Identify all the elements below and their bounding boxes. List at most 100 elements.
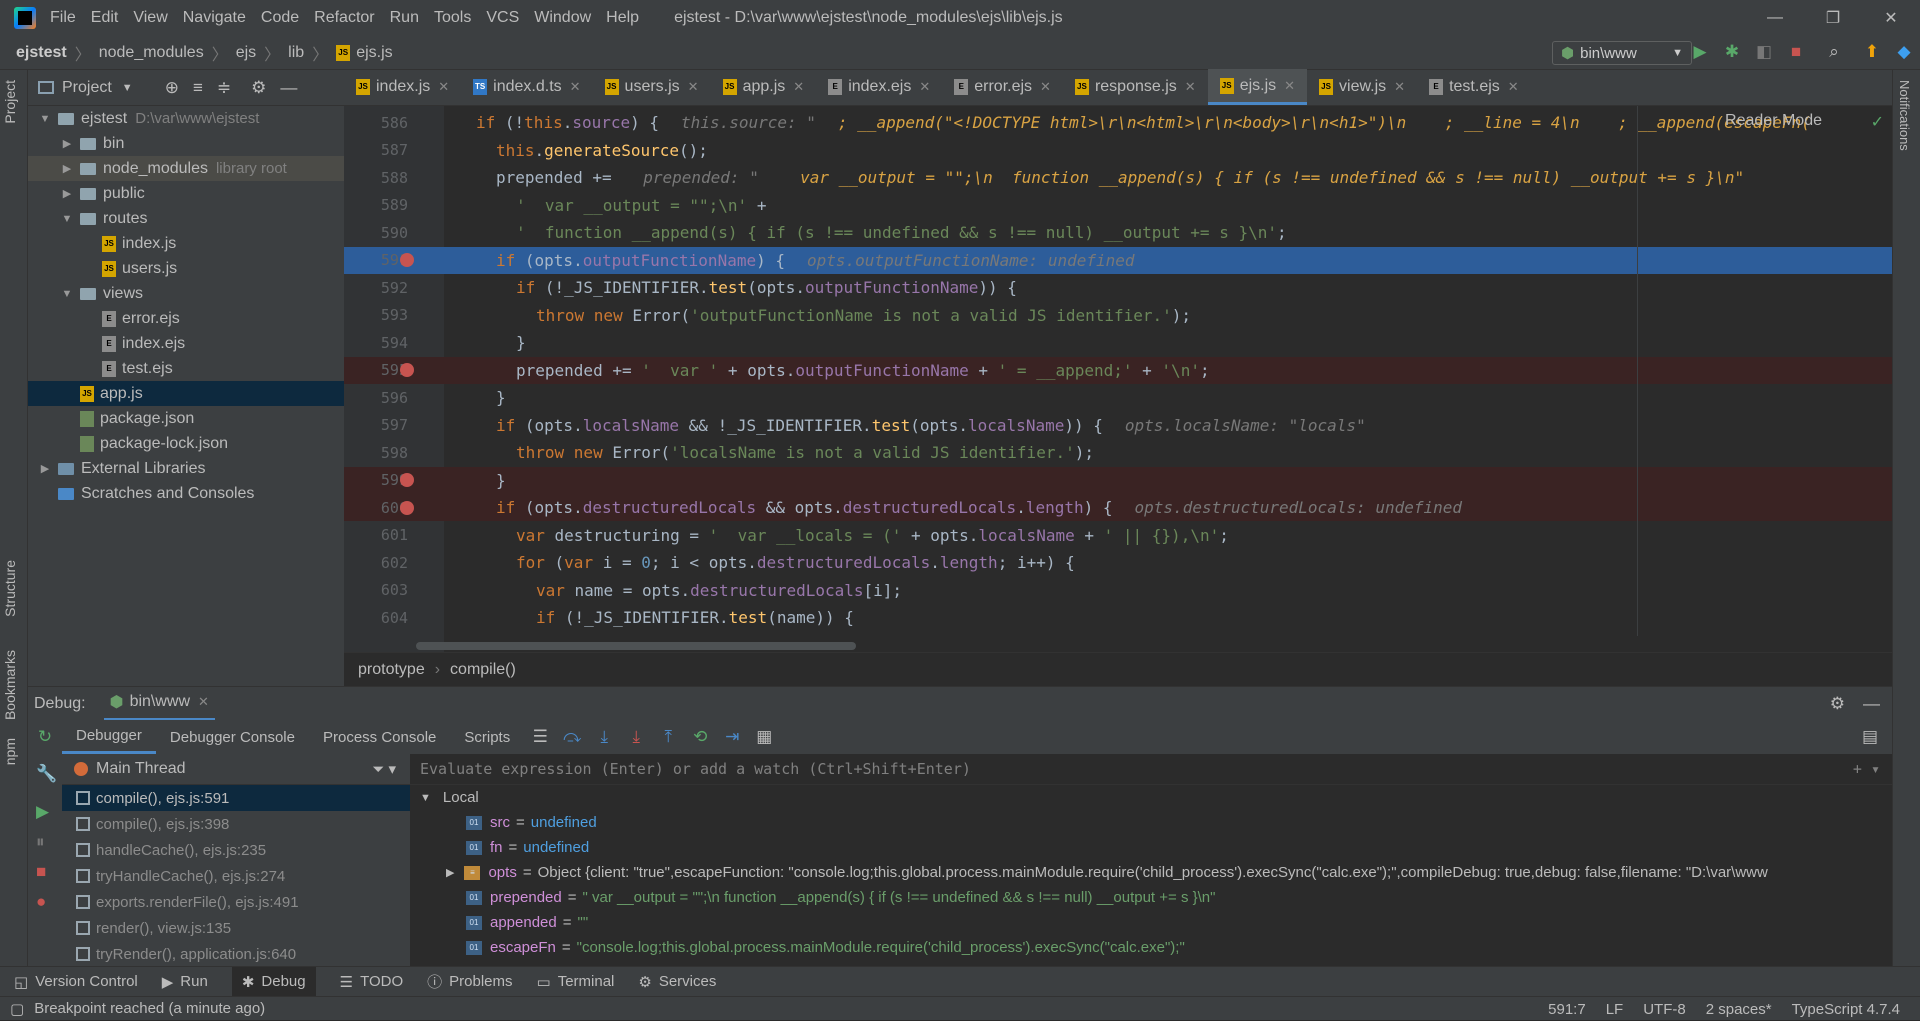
- stop-icon[interactable]: ■: [36, 862, 62, 882]
- bottom-tab-services[interactable]: ⚙ Services: [638, 967, 716, 997]
- code-line[interactable]: 601 var destructuring = ' var __locals = …: [344, 522, 1892, 549]
- tab-scripts[interactable]: Scripts: [450, 720, 524, 754]
- file-encoding[interactable]: UTF-8: [1643, 1001, 1686, 1018]
- line-number[interactable]: 601: [344, 526, 414, 544]
- project-tool-tab[interactable]: Project: [2, 80, 18, 124]
- menu-item-navigate[interactable]: Navigate: [183, 9, 246, 27]
- variable-row[interactable]: 01 escapeFn = "console.log;this.global.proc…: [410, 935, 1892, 960]
- editor-tab[interactable]: JS ejs.js ✕: [1207, 69, 1308, 105]
- tree-arrow-icon[interactable]: ▶: [60, 187, 74, 200]
- menu-item-file[interactable]: File: [50, 9, 76, 27]
- editor-tab[interactable]: Eindex.ejs ✕: [816, 69, 942, 105]
- menu-item-refactor[interactable]: Refactor: [314, 9, 374, 27]
- code-line[interactable]: 588 prepended += prepended: " var __outpu…: [344, 164, 1892, 191]
- line-number[interactable]: 593: [344, 306, 414, 324]
- editor-tab[interactable]: TS index.d.ts ✕: [461, 69, 592, 105]
- status-square-icon[interactable]: ▢: [10, 1000, 24, 1018]
- chevron-down-icon[interactable]: ▼: [420, 792, 431, 804]
- tree-arrow-icon[interactable]: ▼: [60, 288, 74, 300]
- pause-icon[interactable]: ⏸: [36, 832, 62, 852]
- editor-tab[interactable]: Etest.ejs ✕: [1417, 69, 1531, 105]
- close-icon[interactable]: ✕: [1508, 79, 1519, 95]
- close-icon[interactable]: ✕: [1394, 79, 1405, 95]
- hide-icon[interactable]: —: [1863, 694, 1880, 714]
- tree-item[interactable]: Eindex.ejs: [28, 331, 344, 356]
- tree-arrow-icon[interactable]: ▶: [60, 137, 74, 150]
- breadcrumb-item[interactable]: prototype: [358, 661, 425, 679]
- stack-frame[interactable]: render(), view.js:135: [62, 915, 410, 941]
- close-icon[interactable]: ✕: [438, 79, 449, 95]
- breadcrumb-item[interactable]: ejs: [236, 44, 256, 62]
- stop-icon[interactable]: ■: [1780, 42, 1812, 62]
- editor-tab[interactable]: JS app.js ✕: [711, 69, 817, 105]
- line-number[interactable]: 602: [344, 554, 414, 572]
- notifications-tool-tab[interactable]: Notifications: [1897, 80, 1912, 151]
- menu-item-help[interactable]: Help: [606, 9, 639, 27]
- tree-item[interactable]: ▶ External Libraries: [28, 456, 344, 481]
- line-number[interactable]: 594: [344, 334, 414, 352]
- editor-tab[interactable]: JS response.js ✕: [1063, 69, 1208, 105]
- wrench-icon[interactable]: 🔧: [36, 764, 62, 784]
- editor-tab[interactable]: JS index.js ✕: [344, 69, 461, 105]
- stack-frame[interactable]: handleCache(), ejs.js:235: [62, 837, 410, 863]
- breakpoint-icon[interactable]: [400, 363, 414, 377]
- layout-icon[interactable]: ▤: [1862, 727, 1878, 747]
- variable-row[interactable]: 01 prepended = " var __output = "";\n funct…: [410, 885, 1892, 910]
- tree-item[interactable]: package.json: [28, 406, 344, 431]
- bottom-tab-run[interactable]: ▶ Run: [162, 967, 208, 997]
- update-icon[interactable]: ⬆: [1856, 42, 1888, 62]
- collapse-all-icon[interactable]: ≑: [217, 78, 231, 98]
- bottom-tab-terminal[interactable]: ▭ Terminal: [537, 967, 615, 997]
- menu-item-view[interactable]: View: [133, 9, 167, 27]
- stack-frame[interactable]: exports.renderFile(), ejs.js:491: [62, 889, 410, 915]
- menu-item-vcs[interactable]: VCS: [486, 9, 519, 27]
- line-number[interactable]: 603: [344, 581, 414, 599]
- debug-session-tab[interactable]: ⬢ bin\www ✕: [103, 687, 215, 721]
- bottom-tab-version-control[interactable]: ◱ Version Control: [14, 967, 138, 997]
- close-icon[interactable]: ✕: [793, 79, 804, 95]
- run-configuration-select[interactable]: ⬢ bin\www ▼: [1552, 41, 1692, 65]
- chevron-down-icon[interactable]: ▼: [122, 82, 133, 94]
- cursor-position[interactable]: 591:7: [1548, 1001, 1586, 1018]
- bookmarks-tool-tab[interactable]: Bookmarks: [2, 650, 18, 720]
- line-separator[interactable]: LF: [1606, 1001, 1624, 1018]
- resume-icon[interactable]: ▶: [36, 802, 62, 822]
- coverage-icon[interactable]: ◧: [1748, 42, 1780, 62]
- tree-item[interactable]: Etest.ejs: [28, 356, 344, 381]
- tree-item[interactable]: Scratches and Consoles: [28, 481, 344, 506]
- code-line[interactable]: 599}: [344, 466, 1892, 494]
- add-watch-icon[interactable]: + ▾: [1853, 760, 1880, 778]
- evaluate-expression-input[interactable]: Evaluate expression (Enter) or add a wat…: [420, 760, 971, 778]
- menu-item-edit[interactable]: Edit: [91, 9, 119, 27]
- gear-icon[interactable]: ⚙: [251, 78, 266, 98]
- tree-arrow-icon[interactable]: ▶: [60, 162, 74, 175]
- run-to-cursor-icon[interactable]: ⇥: [716, 727, 748, 747]
- code-line[interactable]: 587 this.generateSource();: [344, 137, 1892, 164]
- tree-item[interactable]: JS users.js: [28, 256, 344, 281]
- chevron-right-icon[interactable]: ▶: [446, 866, 454, 879]
- table-view-icon[interactable]: ▦: [748, 727, 780, 747]
- restore-icon[interactable]: ❐: [1804, 0, 1862, 36]
- stack-frame[interactable]: compile(), ejs.js:591: [62, 785, 410, 811]
- locate-icon[interactable]: ⊕: [165, 78, 179, 98]
- tree-item[interactable]: ▶ public: [28, 181, 344, 206]
- breadcrumb-item[interactable]: compile(): [450, 661, 516, 679]
- breadcrumb-item[interactable]: node_modules: [99, 44, 204, 62]
- search-icon[interactable]: ⌕: [1812, 42, 1856, 62]
- code-line[interactable]: 595 prepended += ' var ' + opts.outputFun…: [344, 356, 1892, 384]
- line-number[interactable]: 586: [344, 114, 414, 132]
- tab-debugger[interactable]: Debugger: [62, 720, 156, 754]
- toolbox-icon[interactable]: ◆: [1888, 42, 1920, 62]
- line-number[interactable]: 604: [344, 609, 414, 627]
- code-editor[interactable]: 586 if (!this.source) {this.source: "; __…: [344, 106, 1892, 652]
- code-line[interactable]: 591 if (opts.outputFunctionName) {opts.ou…: [344, 246, 1892, 274]
- code-line[interactable]: 600 if (opts.destructuredLocals && opts.d…: [344, 494, 1892, 521]
- language-service[interactable]: TypeScript 4.7.4: [1792, 1001, 1900, 1018]
- code-line[interactable]: 589 ' var __output = "";\n' +: [344, 192, 1892, 219]
- line-number[interactable]: 596: [344, 389, 414, 407]
- npm-tool-tab[interactable]: npm: [2, 738, 18, 765]
- line-number[interactable]: 587: [344, 141, 414, 159]
- code-line[interactable]: 604 if (!_JS_IDENTIFIER.test(name)) {: [344, 604, 1892, 631]
- structure-tool-tab[interactable]: Structure: [2, 560, 18, 617]
- code-line[interactable]: 598 throw new Error('localsName is not a …: [344, 439, 1892, 466]
